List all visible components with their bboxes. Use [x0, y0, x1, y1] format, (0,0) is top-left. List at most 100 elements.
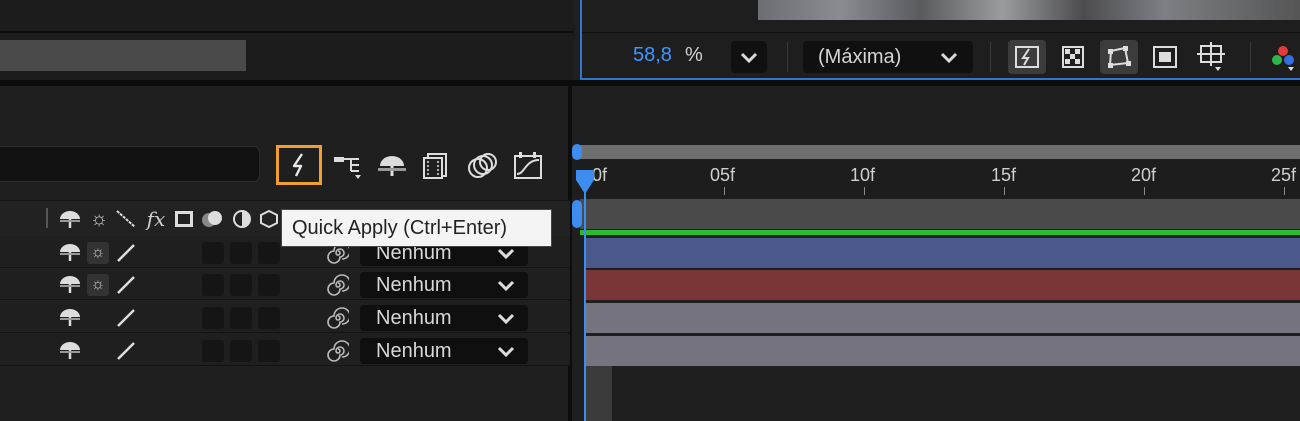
shy-switch-icon[interactable]: [58, 272, 82, 296]
quick-apply-tooltip: Quick Apply (Ctrl+Enter): [281, 209, 552, 247]
quality-switch-icon[interactable]: [114, 339, 138, 363]
marker-handle[interactable]: [572, 200, 582, 228]
work-area-start-handle[interactable]: [572, 144, 582, 160]
chevron-down-icon: [497, 313, 515, 325]
region-icon: [1153, 46, 1177, 68]
quality-column-icon[interactable]: [114, 208, 138, 230]
rgb-channels-icon: [1272, 46, 1294, 71]
shy-icon: [378, 156, 406, 176]
3d-layer-column-icon[interactable]: [258, 208, 280, 230]
layer-bar-3[interactable]: [584, 303, 1300, 333]
ruler-tick: [724, 187, 725, 195]
ruler-tick: [1284, 187, 1285, 195]
quality-switch-icon[interactable]: [114, 306, 138, 330]
switch-box[interactable]: [230, 274, 252, 296]
work-area-bar[interactable]: [580, 145, 1300, 159]
render-cache-indicator: [580, 230, 1300, 235]
film-strip-icon: [423, 153, 447, 179]
zoom-unit: %: [685, 44, 703, 66]
current-time-indicator-icon[interactable]: [574, 168, 596, 196]
shy-column-icon[interactable]: [58, 208, 82, 230]
fx-column-icon[interactable]: fx: [144, 207, 168, 231]
switch-box[interactable]: [258, 340, 280, 362]
comp-flowchart-button[interactable]: [328, 148, 368, 184]
ruler-tick-label: 25f: [1271, 165, 1297, 185]
zoom-dropdown[interactable]: [731, 41, 767, 73]
ruler-tick-label: 05f: [710, 165, 736, 185]
motion-blur-icon: [468, 153, 497, 178]
motion-blur-button[interactable]: [462, 148, 502, 184]
comp-marker-area[interactable]: [580, 199, 1300, 229]
chevron-down-icon: [497, 280, 515, 292]
collapse-column-icon[interactable]: ☼: [88, 208, 110, 230]
mask-path-icon: [1108, 46, 1131, 68]
mask-visibility-button[interactable]: [1100, 40, 1138, 74]
adjustment-column-icon[interactable]: [230, 208, 254, 230]
transparency-grid-button[interactable]: [1054, 40, 1092, 74]
resolution-label: (Máxima): [818, 46, 902, 68]
layer-bar-1[interactable]: [584, 238, 1300, 268]
switch-box[interactable]: [230, 340, 252, 362]
shy-layers-button[interactable]: [372, 148, 412, 184]
divider: [0, 31, 574, 33]
flowchart-icon: [334, 157, 361, 179]
region-of-interest-button[interactable]: [1146, 40, 1184, 74]
layer-search-input[interactable]: [0, 146, 260, 182]
switch-box[interactable]: [230, 242, 252, 264]
separator: [1250, 42, 1251, 72]
pick-whip-icon[interactable]: [326, 273, 350, 297]
sun-icon: ☼: [90, 244, 106, 261]
layer-bar-4[interactable]: [584, 336, 1300, 366]
shy-switch-icon[interactable]: [58, 338, 82, 362]
quick-apply-button[interactable]: [276, 145, 322, 185]
motion-blur-column-icon[interactable]: [200, 208, 224, 230]
checkerboard-icon: [1062, 46, 1084, 68]
parent-label: Nenhum: [376, 307, 452, 329]
graph-editor-icon: [514, 152, 542, 179]
shy-switch-icon[interactable]: [58, 240, 82, 264]
chevron-down-icon: [940, 52, 958, 64]
ruler-tick: [1004, 187, 1005, 195]
lightning-icon: [292, 153, 303, 177]
grid-guides-button[interactable]: [1192, 40, 1230, 74]
switch-box[interactable]: [202, 242, 224, 264]
switch-box[interactable]: [202, 274, 224, 296]
ruler-tick-label: 15f: [991, 165, 1017, 185]
separator: [990, 42, 991, 72]
ruler-tick-label: 20f: [1131, 165, 1157, 185]
timeline-empty-shadow: [584, 366, 612, 421]
collapse-switch[interactable]: ☼: [87, 242, 109, 264]
layer-bar-2[interactable]: [584, 270, 1300, 300]
panel-scrollbar[interactable]: [0, 40, 246, 71]
parent-label: Nenhum: [376, 340, 452, 362]
quality-switch-icon[interactable]: [114, 273, 138, 297]
switch-box[interactable]: [230, 307, 252, 329]
shy-switch-icon[interactable]: [58, 305, 82, 329]
zoom-value[interactable]: 58,8: [633, 44, 672, 67]
current-time-indicator-line[interactable]: [584, 170, 586, 421]
separator: [787, 42, 788, 72]
ruler-tick: [1144, 187, 1145, 195]
collapse-switch[interactable]: ☼: [87, 274, 109, 296]
switch-box[interactable]: [258, 242, 280, 264]
column-divider: [46, 208, 48, 228]
switch-box[interactable]: [202, 307, 224, 329]
quality-switch-icon[interactable]: [114, 241, 138, 265]
sun-icon: ☼: [90, 276, 106, 293]
parent-label: Nenhum: [376, 274, 452, 296]
frame-blending-button[interactable]: [416, 148, 456, 184]
fast-previews-button[interactable]: [1008, 40, 1046, 74]
ruler-tick-label: 10f: [850, 165, 876, 185]
time-ruler[interactable]: [572, 160, 1300, 198]
viewer-frame-image: [758, 0, 1300, 20]
guides-icon: [1197, 42, 1225, 71]
switch-box[interactable]: [258, 274, 280, 296]
frame-blend-column-icon[interactable]: [172, 208, 196, 230]
divider: [582, 32, 1300, 33]
graph-editor-button[interactable]: [508, 148, 548, 184]
channels-button[interactable]: [1264, 40, 1300, 74]
switch-box[interactable]: [202, 340, 224, 362]
pick-whip-icon[interactable]: [326, 306, 350, 330]
switch-box[interactable]: [258, 307, 280, 329]
pick-whip-icon[interactable]: [326, 339, 350, 363]
